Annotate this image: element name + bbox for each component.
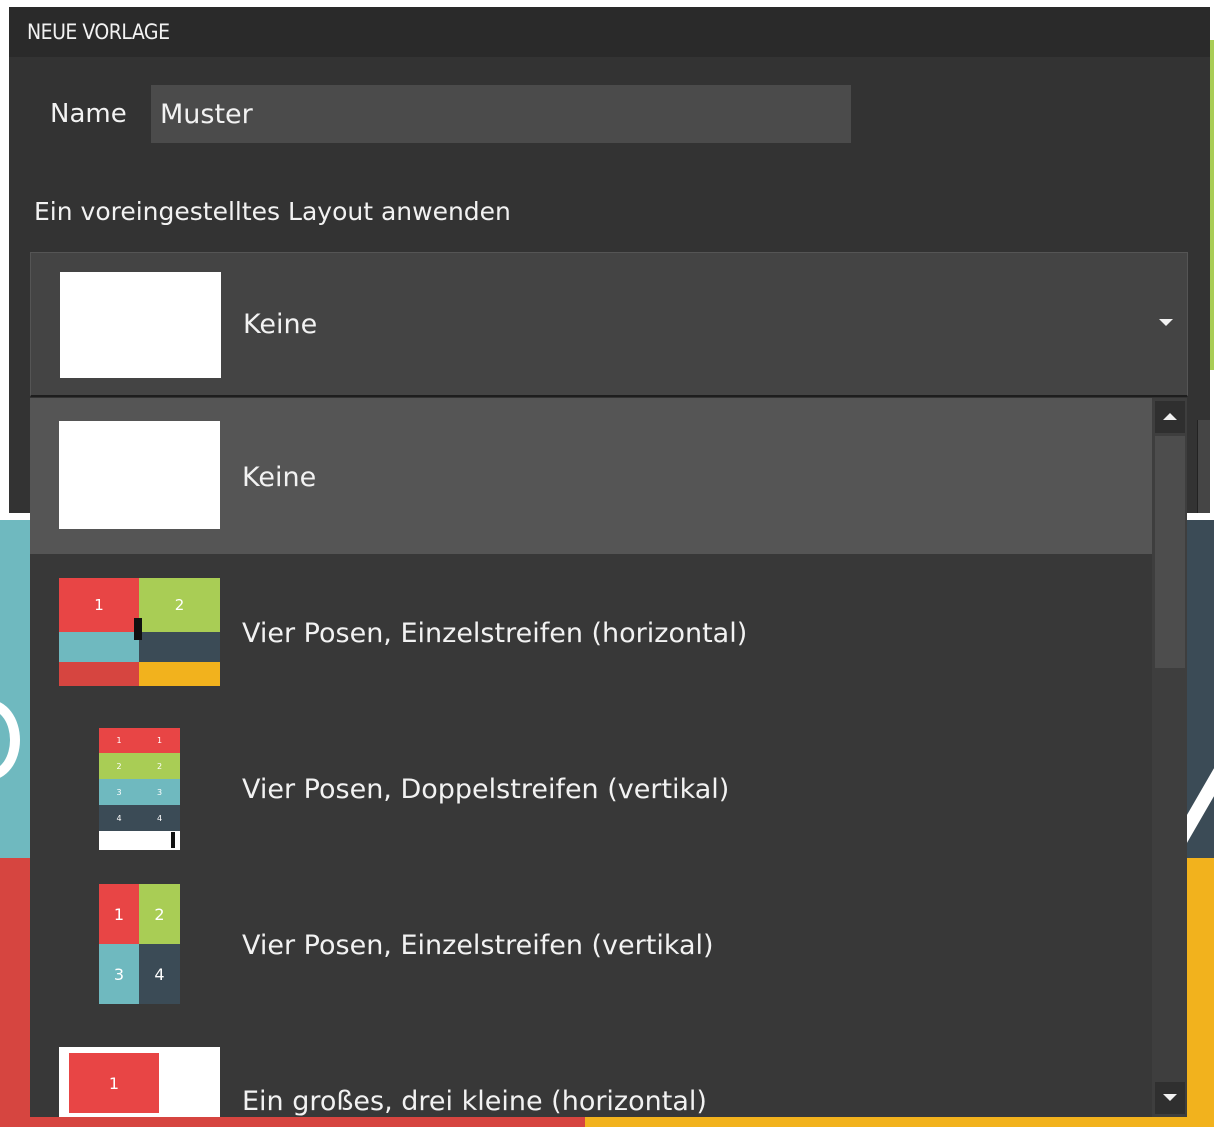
thumb-cell (139, 662, 220, 686)
thumb-cell: 1 (99, 728, 139, 753)
list-item-one-large-three-small[interactable]: 1 Ein großes, drei kleine (horizontal) (30, 1022, 1152, 1117)
combo-thumbnail (60, 272, 221, 378)
list-item-label: Vier Posen, Doppelstreifen (vertikal) (242, 774, 730, 805)
thumbnail-four-poses-vertical: 1 2 3 4 (99, 884, 180, 1004)
thumb-cell: 2 (139, 753, 180, 779)
dropdown-scrollbar[interactable] (1152, 398, 1187, 1117)
chevron-down-icon (1159, 319, 1173, 326)
thumb-cell: 3 (99, 944, 139, 1004)
list-item-label: Vier Posen, Einzelstreifen (vertikal) (242, 930, 714, 961)
thumb-cell: 4 (99, 805, 139, 831)
figure-icon (134, 618, 142, 640)
scroll-down-button[interactable] (1155, 1082, 1185, 1114)
chevron-down-icon (1163, 1094, 1177, 1101)
name-input[interactable] (151, 85, 851, 143)
list-item-four-poses-horizontal[interactable]: 1 2 Vier Posen, Einzelstreifen (horizont… (30, 554, 1152, 710)
dialog-edge (1197, 420, 1210, 513)
thumb-cell: 1 (139, 728, 180, 753)
list-item-four-poses-vertical[interactable]: 1 2 3 4 Vier Posen, Einzelstreifen (vert… (30, 866, 1152, 1022)
thumbnail-blank (59, 421, 220, 529)
thumbnail-four-poses-double-vertical: 1 1 2 2 3 3 4 4 (99, 728, 180, 850)
figure-icon (171, 832, 175, 848)
thumb-cell: 2 (99, 753, 139, 779)
combo-selected-text: Keine (243, 309, 318, 340)
list-item-label: Vier Posen, Einzelstreifen (horizontal) (242, 618, 748, 649)
list-item-label: Ein großes, drei kleine (horizontal) (242, 1086, 707, 1117)
dialog-header: NEUE VORLAGE (9, 7, 1210, 57)
thumb-cell (59, 662, 139, 686)
thumbnail-one-large-three-small: 1 (59, 1047, 220, 1117)
thumb-cell: 2 (139, 578, 220, 632)
layout-label: Ein voreingestelltes Layout anwenden (34, 197, 511, 226)
dialog-title: NEUE VORLAGE (27, 20, 170, 44)
list-item-none[interactable]: Keine (30, 398, 1152, 554)
chevron-up-icon (1163, 413, 1177, 420)
thumb-cell: 1 (59, 578, 139, 632)
thumb-cell: 2 (139, 884, 180, 944)
scrollbar-thumb[interactable] (1155, 436, 1185, 668)
thumb-cell: 3 (99, 779, 139, 805)
layout-list: Keine 1 2 Vier Posen, Einzelstreifen (ho… (30, 398, 1152, 1117)
name-label: Name (50, 99, 127, 129)
thumb-cell: 4 (139, 944, 180, 1004)
thumb-cell: 1 (69, 1053, 159, 1113)
layout-dropdown: Keine 1 2 Vier Posen, Einzelstreifen (ho… (30, 398, 1187, 1117)
list-item-four-poses-double-vertical[interactable]: 1 1 2 2 3 3 4 4 Vier Posen, Doppelstreif… (30, 710, 1152, 866)
thumb-cell: 4 (139, 805, 180, 831)
layout-combobox[interactable]: Keine (30, 252, 1188, 397)
list-item-label: Keine (242, 462, 317, 493)
thumb-cell: 3 (139, 779, 180, 805)
scroll-up-button[interactable] (1155, 401, 1185, 433)
thumb-cell: 1 (99, 884, 139, 944)
thumbnail-four-poses-horizontal: 1 2 (59, 578, 220, 686)
name-row: Name (9, 85, 1210, 143)
